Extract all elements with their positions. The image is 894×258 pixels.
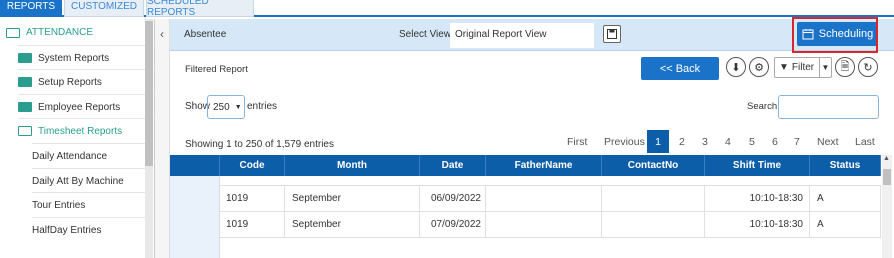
pagination-next[interactable]: Next: [817, 136, 839, 148]
top-tab-bar: REPORTS CUSTOMIZED SCHEDULED REPORTS: [0, 0, 894, 18]
table-header-fathername[interactable]: FatherName: [486, 155, 602, 176]
sidebar-item-setup-reports[interactable]: Setup Reports: [18, 69, 163, 94]
folder-open-icon: [18, 126, 32, 136]
sidebar-item-halfday-entries[interactable]: HalfDay Entries: [32, 217, 145, 242]
entries-info: Showing 1 to 250 of 1,579 entries: [185, 139, 334, 150]
table-header-status[interactable]: Status: [810, 155, 881, 176]
sidebar-scrollbar-thumb[interactable]: [145, 21, 153, 166]
settings-button[interactable]: ⚙: [749, 57, 769, 77]
sidebar-item-employee-reports[interactable]: Employee Reports: [18, 94, 163, 119]
pagination-page-4[interactable]: 4: [725, 136, 731, 148]
pagination-page-3[interactable]: 3: [702, 136, 708, 148]
select-view-label: Select View:: [399, 29, 454, 40]
pagination-page-7[interactable]: 7: [794, 136, 800, 148]
table-spacer-row: [170, 176, 881, 186]
sidebar-item-label: Tour Entries: [32, 199, 86, 211]
scheduling-highlight: [792, 17, 878, 53]
table-scrollbar[interactable]: ▲: [882, 155, 892, 258]
sidebar-item-label: Timesheet Reports: [38, 125, 123, 137]
cell-code: 1019: [220, 212, 285, 238]
report-header: Absentee Select View: Original Report Vi…: [170, 17, 894, 53]
table-header-contactno[interactable]: ContactNo: [602, 155, 705, 176]
refresh-icon: ↻: [863, 61, 873, 74]
folder-icon: [18, 77, 32, 87]
chevron-left-icon: ‹: [160, 27, 164, 41]
table-header-select: [170, 155, 220, 176]
table-header-date[interactable]: Date: [420, 155, 486, 176]
cell-fathername: [486, 212, 602, 238]
chevron-down-icon: ▼: [234, 103, 242, 111]
folder-icon: [18, 102, 32, 112]
report-title: Absentee: [184, 29, 227, 40]
tab-scheduled-reports[interactable]: SCHEDULED REPORTS: [146, 0, 254, 18]
cell-shift-time: 10:10-18:30: [705, 186, 810, 212]
sidebar-scrollbar[interactable]: [145, 19, 153, 258]
pagination-page-2[interactable]: 2: [679, 136, 685, 148]
cell-month: September: [285, 212, 420, 238]
sidebar-header-label: ATTENDANCE: [26, 27, 94, 38]
select-view-input[interactable]: Original Report View: [450, 23, 594, 48]
sidebar-item-system-reports[interactable]: System Reports: [18, 45, 163, 70]
folder-icon: [18, 53, 32, 63]
save-view-button[interactable]: [603, 25, 621, 43]
sidebar-item-label: Employee Reports: [38, 101, 121, 113]
cell-contactno: [602, 212, 705, 238]
cell-status: A: [810, 186, 881, 212]
sidebar-item-label: HalfDay Entries: [32, 224, 102, 236]
cell-date: 06/09/2022: [420, 186, 486, 212]
tab-customized[interactable]: CUSTOMIZED: [64, 0, 144, 17]
filter-dropdown[interactable]: ▼ Filter ▼: [774, 57, 832, 78]
pagination-last[interactable]: Last: [855, 136, 875, 148]
download-button[interactable]: ⬇: [726, 57, 746, 77]
export-button[interactable]: 🗎: [835, 57, 855, 77]
cell-contactno: [602, 186, 705, 212]
sidebar-item-daily-attendance[interactable]: Daily Attendance: [32, 143, 145, 168]
sidebar-item-label: System Reports: [38, 52, 110, 64]
table-header-code[interactable]: Code: [220, 155, 285, 176]
back-button[interactable]: << Back: [641, 57, 719, 80]
collapse-sidebar-button[interactable]: ‹: [155, 19, 170, 258]
pagination-previous[interactable]: Previous: [604, 136, 645, 148]
search-input[interactable]: [778, 95, 879, 119]
pagination-page-5[interactable]: 5: [749, 136, 755, 148]
main-panel: Absentee Select View: Original Report Vi…: [170, 17, 894, 258]
document-icon: 🗎: [840, 60, 850, 73]
sidebar-item-label: Daily Attendance: [32, 150, 108, 162]
cell-shift-time: 10:10-18:30: [705, 212, 810, 238]
gear-icon: ⚙: [754, 61, 764, 74]
sidebar-item-daily-att-by-machine[interactable]: Daily Att By Machine: [32, 168, 145, 193]
pagination-page-6[interactable]: 6: [772, 136, 778, 148]
filtered-report-label: Filtered Report: [185, 64, 248, 75]
scroll-up-icon[interactable]: ▲: [883, 155, 890, 162]
sidebar-item-label: Daily Att By Machine: [32, 175, 124, 187]
download-icon: ⬇: [731, 61, 741, 74]
pagination-page-1[interactable]: 1: [647, 130, 669, 153]
entries-suffix: entries: [247, 101, 278, 112]
sidebar-item-label: Setup Reports: [38, 76, 102, 88]
sidebar-item-tour-entries[interactable]: Tour Entries: [32, 192, 145, 217]
table-select-column: [170, 176, 220, 258]
cell-code: 1019: [220, 186, 285, 212]
table-scrollbar-thumb[interactable]: [883, 169, 891, 185]
entries-value: 250: [213, 101, 230, 113]
sidebar: ATTENDANCE System Reports Setup Reports …: [0, 19, 163, 258]
entries-select[interactable]: 250 ▼: [207, 95, 245, 119]
refresh-button[interactable]: ↻: [858, 57, 878, 77]
pagination-first[interactable]: First: [567, 136, 587, 148]
cell-fathername: [486, 186, 602, 212]
caret-down-icon: ▼: [819, 58, 831, 77]
table-header-shift-time[interactable]: Shift Time: [705, 155, 810, 176]
folder-open-icon: [6, 27, 20, 38]
search-label: Search:: [747, 101, 780, 112]
filter-label: Filter: [791, 62, 815, 73]
sidebar-header-attendance[interactable]: ATTENDANCE: [6, 20, 151, 45]
tab-reports[interactable]: REPORTS: [0, 0, 62, 17]
filter-icon: ▼: [779, 62, 789, 73]
cell-month: September: [285, 186, 420, 212]
cell-date: 07/09/2022: [420, 212, 486, 238]
save-icon: [607, 29, 617, 39]
cell-status: A: [810, 212, 881, 238]
sidebar-item-timesheet-reports[interactable]: Timesheet Reports: [18, 118, 163, 143]
table-header-month[interactable]: Month: [285, 155, 420, 176]
